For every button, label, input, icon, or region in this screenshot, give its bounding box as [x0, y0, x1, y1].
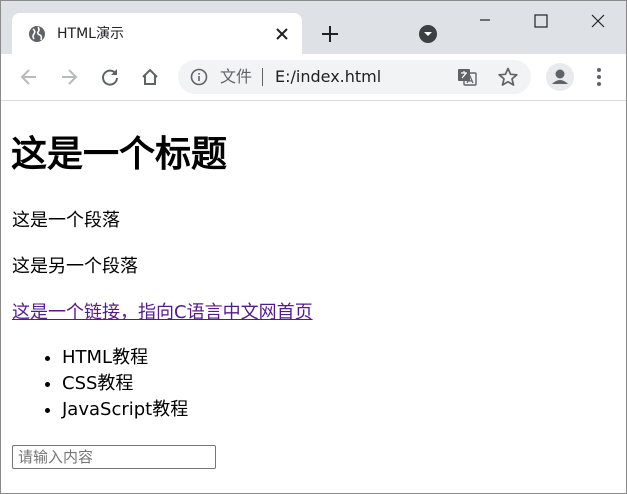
bookmark-star-icon[interactable] [497, 66, 519, 88]
info-icon[interactable] [190, 68, 208, 86]
list-item: JavaScript教程 [62, 397, 188, 423]
paragraph-1: 这是一个段落 [12, 210, 120, 231]
page-content: 这是一个标题 这是一个段落 这是另一个段落 这是一个链接，指向C语言中文网首页 … [1, 101, 626, 493]
c-biancheng-link[interactable]: 这是一个链接，指向C语言中文网首页 [12, 301, 313, 325]
person-icon [552, 69, 568, 84]
profile-avatar[interactable] [546, 63, 574, 91]
window-close-icon[interactable] [586, 9, 610, 33]
chevron-down-circle-icon[interactable] [418, 24, 438, 44]
tab-strip: HTML演示 [1, 1, 626, 54]
globe-icon [29, 26, 45, 42]
browser-toolbar: 文件 E:/index.html [1, 54, 626, 101]
address-bar[interactable]: 文件 E:/index.html [178, 60, 531, 94]
scheme-label: 文件 [220, 67, 253, 86]
home-icon[interactable] [139, 66, 161, 88]
close-icon[interactable] [272, 24, 292, 44]
reload-icon[interactable] [99, 66, 121, 88]
more-vert-icon[interactable] [589, 66, 609, 88]
minimize-icon[interactable] [473, 9, 497, 33]
list-item: CSS教程 [62, 371, 188, 397]
translate-icon[interactable] [457, 67, 477, 87]
tab-active[interactable]: HTML演示 [12, 13, 302, 54]
forward-arrow-icon[interactable] [58, 66, 80, 88]
back-arrow-icon[interactable] [18, 66, 40, 88]
maximize-icon[interactable] [529, 9, 553, 33]
tab-title: HTML演示 [57, 26, 124, 42]
page-heading: 这是一个标题 [11, 134, 228, 175]
url-text[interactable]: E:/index.html [275, 66, 381, 88]
browser-window: HTML演示 文件 E:/index.html 这是一个标题 这是一个段落 这是… [0, 0, 627, 494]
content-input[interactable] [12, 445, 216, 469]
list-item: HTML教程 [62, 345, 188, 371]
paragraph-2: 这是另一个段落 [12, 256, 138, 277]
tutorial-list: HTML教程 CSS教程 JavaScript教程 [37, 345, 188, 423]
address-separator [262, 68, 263, 86]
plus-icon[interactable] [319, 23, 341, 45]
